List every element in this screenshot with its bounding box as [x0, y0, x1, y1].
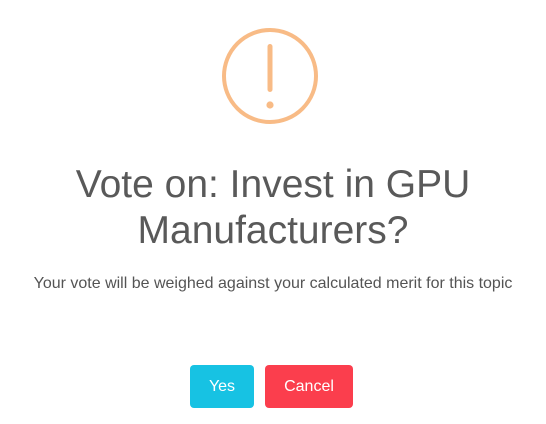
cancel-button[interactable]: Cancel [265, 365, 353, 408]
yes-button[interactable]: Yes [190, 365, 254, 408]
dialog-title: Vote on: Invest in GPU Manufacturers? [75, 163, 471, 252]
dialog-message: Your vote will be weighed against your c… [33, 275, 513, 292]
vote-confirmation-dialog: Vote on: Invest in GPU Manufacturers? Yo… [0, 0, 546, 424]
exclamation-warning-icon [222, 28, 318, 124]
